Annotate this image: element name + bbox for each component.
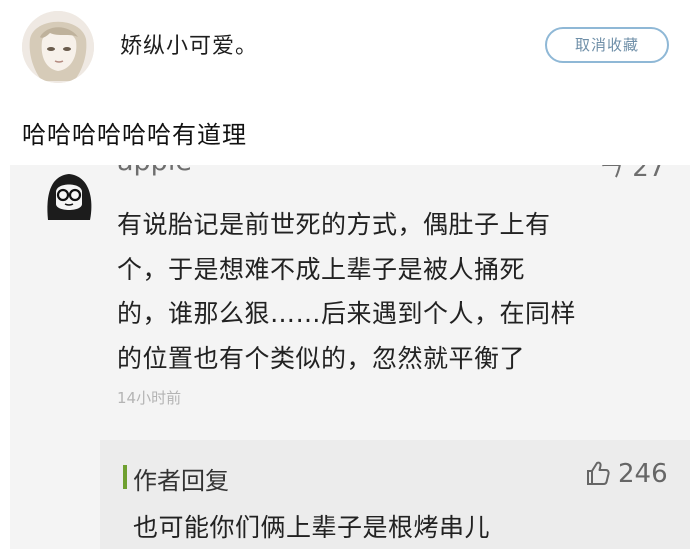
reply-like-count[interactable]: 246: [618, 459, 668, 489]
post-text: 哈哈哈哈哈哈有道理: [22, 121, 247, 149]
comment-line: 的位置也有个类似的，忽然就平衡了: [117, 343, 526, 373]
embedded-screenshot: apple ㄣ 27 有说胎记是前世死的方式，偶肚子上有 个，于是想难不成上辈子…: [10, 165, 690, 549]
comment-timestamp: 14小时前: [117, 389, 182, 407]
author-reply: 作者回复 246 也可能你们俩上辈子是根烤串儿: [100, 440, 690, 549]
username[interactable]: 娇纵小可爱。: [120, 28, 258, 60]
comment-body: 有说胎记是前世死的方式，偶肚子上有 个，于是想难不成上辈子是被人捅死 的，谁那么…: [117, 203, 677, 381]
commenter-avatar-icon: [38, 170, 100, 220]
comment-line: 的，谁那么狠……后来遇到个人，在同样: [117, 299, 577, 328]
commenter-name[interactable]: apple: [117, 165, 192, 177]
uncollect-button[interactable]: 取消收藏: [545, 27, 669, 63]
reply-accent-bar: [123, 465, 127, 489]
comment-like-count[interactable]: ㄣ 27: [598, 165, 665, 184]
user-avatar-icon[interactable]: [22, 11, 94, 83]
reply-text: 也可能你们俩上辈子是根烤串儿: [133, 513, 491, 542]
comment-line: 个，于是想难不成上辈子是被人捅死: [117, 254, 526, 284]
thumbs-up-icon[interactable]: [585, 460, 611, 486]
post-header: 娇纵小可爱。 取消收藏: [0, 0, 700, 100]
comment-line: 有说胎记是前世死的方式，偶肚子上有: [117, 210, 551, 239]
reply-label: 作者回复: [133, 467, 229, 495]
